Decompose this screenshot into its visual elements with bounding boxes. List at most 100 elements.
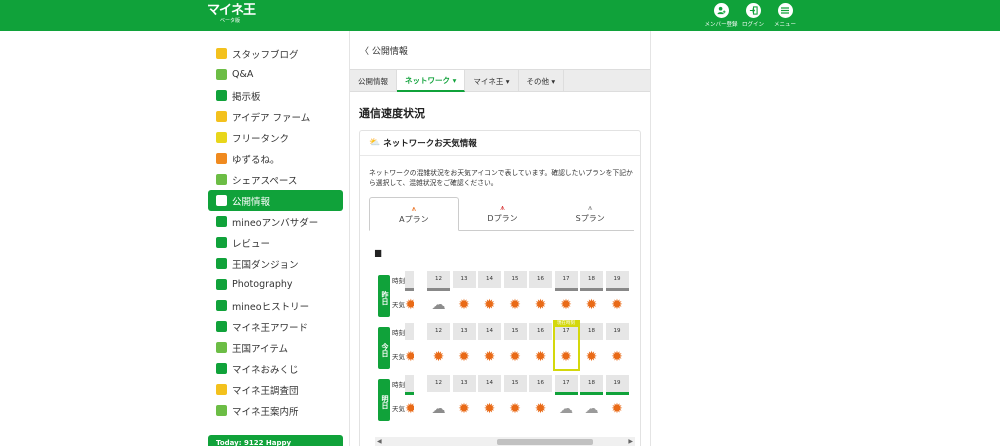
day-label: 今日 (378, 327, 390, 369)
hour-cell: 19 (605, 323, 629, 340)
congestion-bar (405, 288, 414, 291)
hour-label: 13 (460, 276, 468, 282)
hour-label: 14 (486, 276, 493, 282)
hour-label: 12 (435, 328, 442, 334)
sidebar-item[interactable]: レビュー (208, 232, 343, 253)
cloudy-icon: ☁ (584, 401, 599, 417)
sun-icon: ✹ (509, 401, 521, 417)
sun-icon: ✹ (534, 401, 547, 417)
sidebar-item-icon (216, 48, 227, 59)
sun-icon: ✹ (483, 401, 496, 417)
sidebar-item[interactable]: マイネ王アワード (208, 316, 343, 337)
back-link[interactable]: 〈 公開情報 (360, 44, 408, 57)
sidebar-item-label: 王国ダンジョン (232, 259, 299, 271)
tab-other[interactable]: その他 ▾ (519, 70, 565, 92)
hour-label: 18 (588, 276, 595, 282)
hour-cell (405, 323, 414, 340)
sidebar-item-label: mineoヒストリー (232, 301, 310, 313)
tab-maineo[interactable]: マイネ王 ▾ (465, 70, 519, 92)
site-logo[interactable]: マイネ王 ベータ版 (207, 4, 256, 25)
hour-cell: 18 (580, 271, 603, 291)
hour-cell: 14 (478, 375, 501, 392)
sidebar-item-label: アイデア ファーム (232, 112, 311, 124)
tab-network[interactable]: ネットワーク ▾ (397, 70, 466, 92)
hour-cell: 15 (503, 271, 527, 288)
hamburger-icon (777, 3, 793, 18)
tab-plan-d[interactable]: ⩚ Dプラン (459, 197, 547, 230)
hour-cell: 19 (605, 375, 629, 395)
congestion-bar (580, 392, 603, 395)
congestion-bar (405, 392, 414, 395)
sidebar-item[interactable]: マイネ王調査団 (208, 379, 343, 400)
sidebar-item-label: マイネ王案内所 (232, 406, 299, 418)
hour-cell: 17 (554, 271, 578, 291)
hour-label: 15 (511, 328, 519, 334)
tab-public-info[interactable]: 公開情報 (350, 70, 397, 92)
current-time-highlight (552, 321, 580, 371)
hour-cell: 16 (529, 375, 552, 392)
menu-button[interactable]: メニュー (765, 3, 805, 28)
user-add-icon (713, 3, 729, 18)
day-label: 明日 (378, 379, 390, 421)
sidebar-item-icon (216, 300, 227, 311)
sidebar-nav: スタッフブログ Q&A 掲示板アイデア ファームフリータンク ゆずるね。 シェアスペース… (208, 43, 343, 446)
plan-tabs: ⩚ Aプラン ⩚ Dプラン ⩚ Sプラン (369, 197, 634, 231)
sidebar-item[interactable]: mineoアンバサダー (208, 211, 343, 232)
sidebar-item[interactable]: ゆずるね。 (208, 148, 343, 169)
hour-cell: 12 (427, 323, 450, 340)
sidebar-item[interactable]: 王国ダンジョン (208, 253, 343, 274)
sidebar-item-icon (216, 405, 227, 416)
hour-cell: 15 (503, 323, 527, 340)
hour-cell: 13 (452, 375, 476, 392)
scrollbar-thumb[interactable] (497, 439, 593, 445)
hour-label: 16 (537, 276, 544, 282)
sun-icon: ✹ (611, 401, 623, 417)
plan-d-label: Dプラン (487, 214, 518, 223)
hour-label: 12 (435, 276, 442, 282)
sidebar-item[interactable]: スタッフブログ (208, 43, 343, 64)
horizontal-scrollbar[interactable]: ◀ ▶ (375, 437, 635, 446)
sidebar-item[interactable]: シェアスペース (208, 169, 343, 190)
tab-plan-a[interactable]: ⩚ Aプラン (369, 197, 459, 231)
description: ネットワークの混雑状況をお天気アイコンで表しています。確認したいプランを下記から… (369, 169, 633, 187)
sun-icon: ✹ (483, 349, 496, 365)
weather-grid: 昨日 時刻 天気 ✹ 12 ☁ 13 ✹ 14 ✹ 15 ✹ 16 ✹ 17 ✹ 18 ✹ 19 ✹ 今日 時刻 天気 ✹ 12… (375, 271, 635, 437)
sidebar-item[interactable]: 王国アイテム (208, 337, 343, 358)
hour-cell: 12 (427, 375, 450, 392)
logo-subtext: ベータ版 (220, 18, 241, 24)
sidebar-item[interactable]: マイネおみくじ (208, 358, 343, 379)
card-title: ⛅ ネットワークお天気情報 (369, 137, 477, 149)
sidebar-item-icon (216, 279, 227, 290)
sidebar-item-icon (216, 342, 227, 353)
hour-cell: 13 (452, 271, 476, 288)
antenna-icon: ⩚ (587, 203, 593, 212)
hour-label: 17 (562, 380, 570, 386)
sidebar-item-icon (216, 132, 227, 143)
sidebar-item[interactable]: mineoヒストリー (208, 295, 343, 316)
plan-s-label: Sプラン (575, 214, 605, 223)
sidebar-item[interactable]: Q&A (208, 64, 343, 85)
scroll-left-icon[interactable]: ◀ (377, 438, 382, 445)
hour-label: 14 (486, 380, 493, 386)
sidebar-item-label: Photography (232, 279, 293, 290)
sidebar-item-label: mineoアンバサダー (232, 217, 319, 229)
sidebar-item[interactable]: マイネ王案内所 (208, 400, 343, 421)
sidebar-item[interactable]: Photography (208, 274, 343, 295)
sidebar-item[interactable]: 公開情報 (208, 190, 343, 211)
hour-cell: 12 (427, 271, 450, 291)
sidebar-item[interactable]: アイデア ファーム (208, 106, 343, 127)
sidebar-item-icon (216, 90, 227, 101)
hour-label: 13 (460, 328, 468, 334)
card-title-text: ネットワークお天気情報 (383, 139, 477, 149)
sidebar-item[interactable]: 掲示板 (208, 85, 343, 106)
current-time-tag: 現在時刻 (552, 320, 580, 327)
sun-icon: ✹ (509, 349, 521, 365)
hour-cell (405, 271, 414, 291)
hour-cell: 16 (529, 323, 552, 340)
sidebar-item[interactable]: フリータンク (208, 127, 343, 148)
tab-plan-s[interactable]: ⩚ Sプラン (546, 197, 634, 230)
sidebar-item-label: マイネ王アワード (232, 322, 309, 334)
scroll-right-icon[interactable]: ▶ (628, 438, 633, 445)
calendar-icon[interactable]: ▆ (375, 248, 381, 257)
sidebar-item-icon (216, 216, 227, 227)
